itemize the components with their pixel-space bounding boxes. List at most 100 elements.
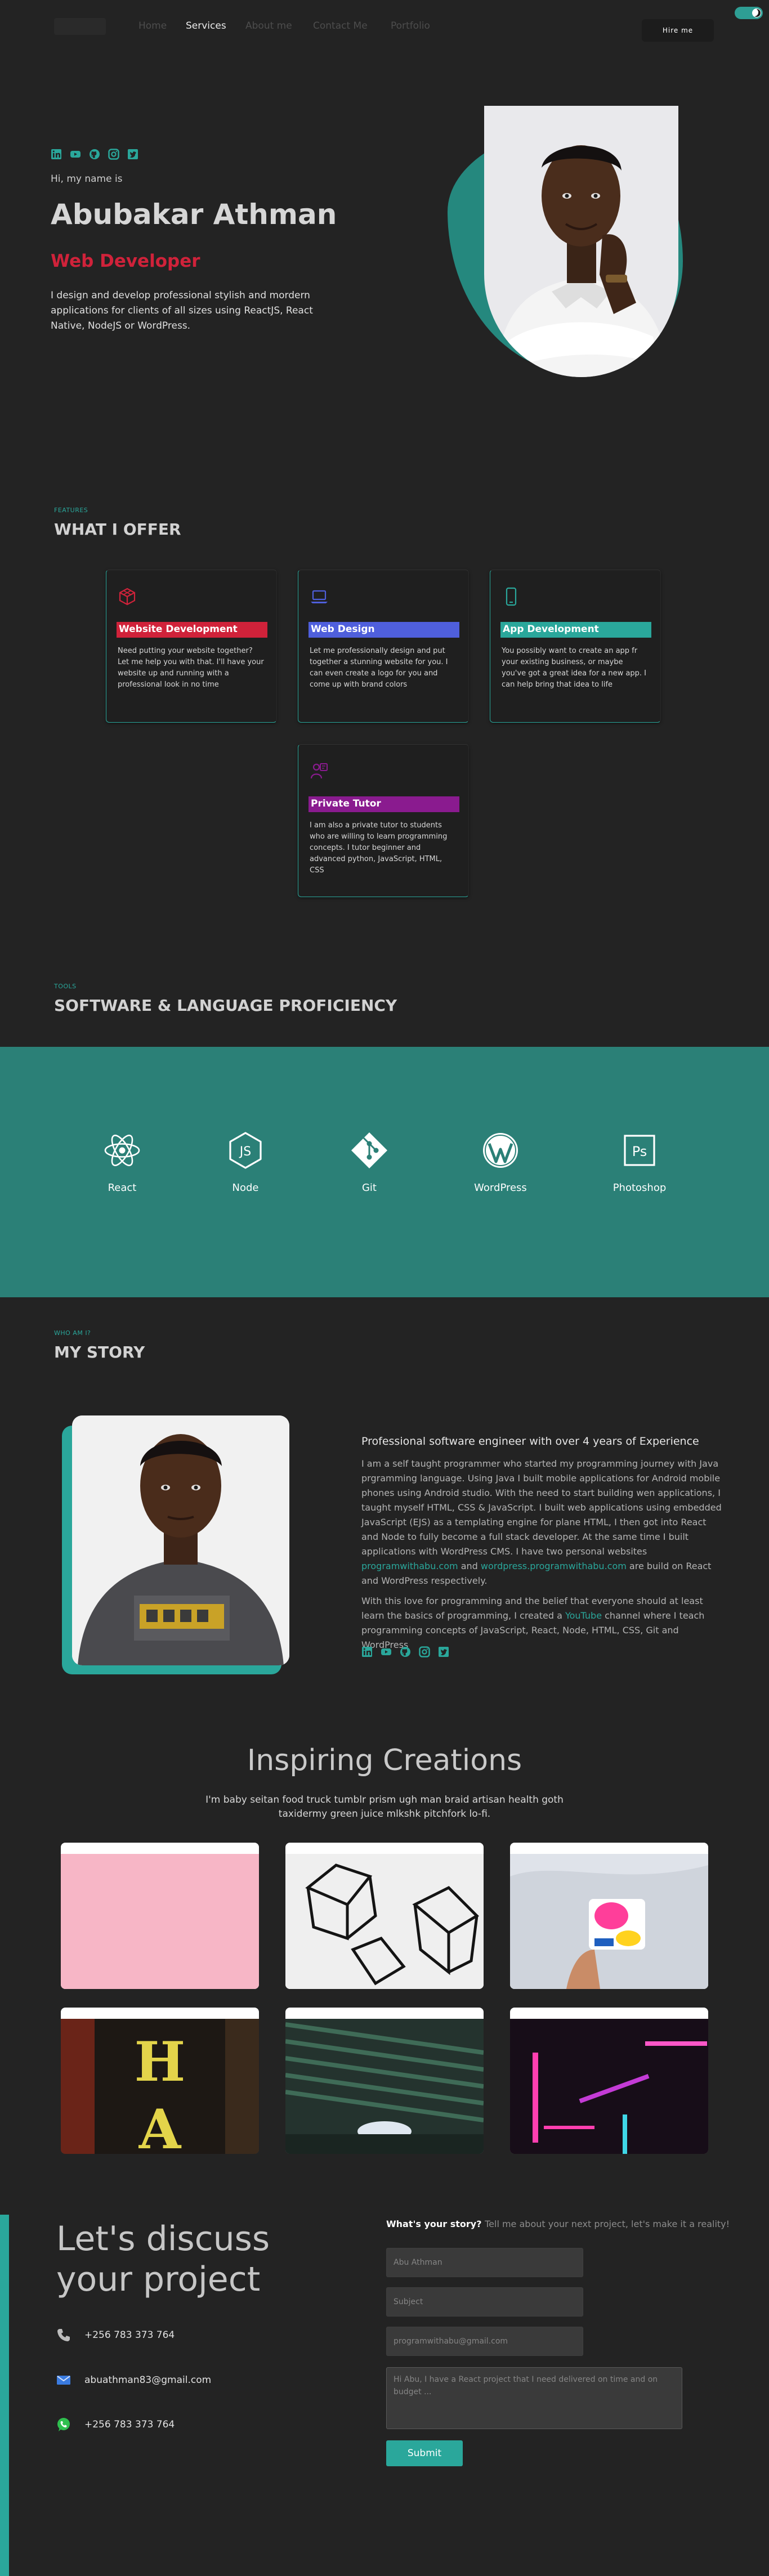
email-icon [57,2376,70,2385]
svg-text:H: H [135,2030,186,2094]
hero-description: I design and develop professional stylis… [51,290,313,331]
cube-icon [119,588,136,606]
contact-whatsapp[interactable]: +256 783 373 764 [56,2417,175,2432]
story-title: MY STORY [54,1343,145,1361]
portfolio-item-6[interactable] [510,2008,708,2154]
nav-services[interactable]: Services [186,20,226,32]
service-title: Private Tutor [309,796,459,812]
story-tag: WHO AM I? [54,1329,91,1337]
skill-react: React [88,1131,156,1194]
skill-label: React [108,1182,137,1194]
whatsapp-icon [57,2418,70,2431]
portfolio-image: H A [61,2019,259,2154]
story-social-links [361,1646,449,1657]
portfolio-item-5[interactable] [285,2008,484,2154]
instagram-icon[interactable] [419,1646,430,1657]
linkedin-icon[interactable] [51,149,62,160]
service-card-website-development: Website Development Need putting your we… [106,570,277,723]
service-title: Web Design [309,622,459,638]
git-icon [351,1132,387,1168]
portfolio-image [510,1854,708,1989]
theme-toggle[interactable] [735,7,763,19]
subject-field[interactable] [386,2287,583,2317]
portfolio-subtitle: I'm baby seitan food truck tumblr prism … [205,1794,564,1820]
services-tag: FEATURES [54,507,88,514]
service-title: App Development [500,622,651,638]
youtube-icon[interactable] [70,149,81,160]
email-field[interactable] [386,2327,583,2356]
tutor-icon [310,763,328,779]
service-title: Website Development [117,622,267,638]
form-intro: What's your story? Tell me about your ne… [386,2219,730,2229]
instagram-icon[interactable] [108,149,119,160]
moon-icon [753,9,761,17]
portfolio-image [285,1854,484,1989]
submit-button[interactable]: Submit [386,2440,463,2466]
skill-label: Git [361,1182,377,1194]
github-icon[interactable] [400,1646,411,1657]
wordpress-site-link[interactable]: wordpress.programwithabu.com [481,1561,627,1571]
story-heading: Professional software engineer with over… [361,1435,699,1448]
nav-about[interactable]: About me [245,20,292,32]
contact-accent-bar [0,2215,9,2576]
hero-name: Abubakar Athman [51,198,337,231]
service-text: I am also a private tutor to students wh… [310,821,448,875]
name-field[interactable] [386,2248,583,2277]
story-paragraph-1: I am a self taught programmer who starte… [361,1458,722,1586]
nodejs-icon: JS [229,1132,262,1169]
hire-me-button[interactable]: Hire me [642,19,714,42]
service-card-web-design: Web Design Let me professionally design … [298,570,469,723]
skill-label: WordPress [474,1182,527,1194]
story-paragraph-2: With this love for programming and the b… [361,1596,705,1650]
nav-home[interactable]: Home [138,20,167,32]
portfolio-item-4[interactable]: H A [61,2008,259,2154]
service-text: You possibly want to create an app fr yo… [502,647,646,689]
github-icon[interactable] [89,149,100,160]
linkedin-icon[interactable] [361,1646,373,1657]
service-text: Let me professionally design and put tog… [310,647,448,689]
svg-text:Ps: Ps [632,1144,647,1159]
twitter-icon[interactable] [127,149,138,160]
contact-email[interactable]: abuathman83@gmail.com [56,2373,211,2387]
skill-photoshop: Ps Photoshop [606,1131,673,1194]
service-text: Need putting your website together? Let … [118,647,264,689]
portfolio-image [61,1854,259,1989]
svg-text:JS: JS [239,1145,251,1159]
svg-text:A: A [138,2098,182,2154]
hero-portrait [484,106,678,377]
message-field[interactable] [386,2367,682,2429]
skill-wordpress: WordPress [467,1131,534,1194]
nav-contact[interactable]: Contact Me [313,20,368,32]
hero-greeting: Hi, my name is [51,173,123,185]
skills-tag: TOOLS [54,983,77,990]
youtube-icon[interactable] [381,1646,392,1657]
portfolio-image [510,2019,708,2154]
twitter-icon[interactable] [438,1646,449,1657]
logo[interactable] [54,18,106,35]
skills-title: SOFTWARE & LANGUAGE PROFICIENCY [54,996,397,1015]
service-card-app-development: App Development You possibly want to cre… [490,570,661,723]
portfolio-image [285,2019,484,2154]
phone-icon [506,587,517,606]
programwithabu-link[interactable]: programwithabu.com [361,1561,458,1571]
nav-portfolio[interactable]: Portfolio [391,20,430,32]
portfolio-item-1[interactable] [61,1843,259,1989]
skill-label: Photoshop [612,1182,667,1194]
hero-role: Web Developer [51,251,200,271]
services-title: WHAT I OFFER [54,520,181,539]
skill-label: Node [232,1182,259,1194]
contact-heading: Let's discuss your project [56,2219,270,2299]
phone-icon [57,2329,70,2341]
service-card-private-tutor: Private Tutor I am also a private tutor … [298,744,469,897]
portfolio-title: Inspiring Creations [247,1744,522,1777]
laptop-icon [311,590,328,603]
portfolio-item-2[interactable] [285,1843,484,1989]
hero-social-links [51,149,138,160]
wordpress-icon [483,1133,518,1168]
skill-node: JS Node [212,1131,279,1194]
photoshop-icon: Ps [624,1135,655,1166]
contact-phone[interactable]: +256 783 373 764 [56,2328,175,2342]
youtube-channel-link[interactable]: YouTube [565,1610,602,1621]
portfolio-item-3[interactable] [510,1843,708,1989]
react-icon [104,1135,140,1166]
